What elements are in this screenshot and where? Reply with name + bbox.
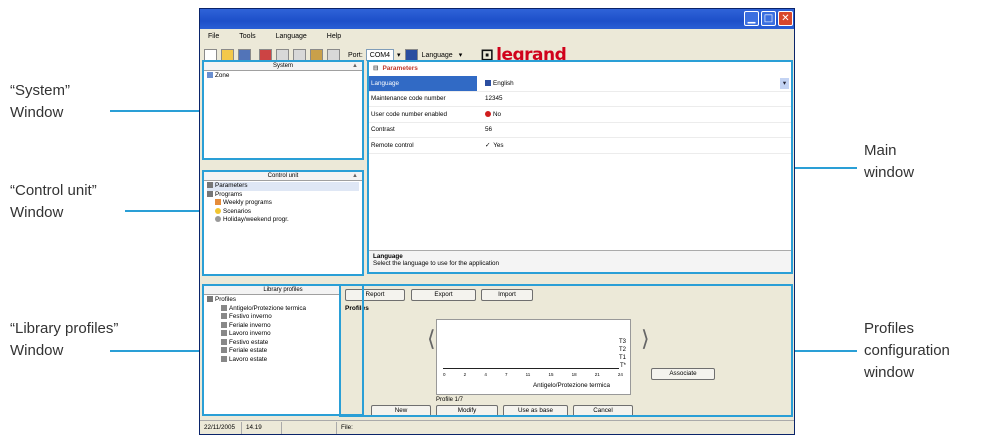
language-button[interactable]: Language bbox=[422, 52, 453, 59]
annotation-library-profiles: “Library profiles” Window bbox=[10, 320, 119, 359]
status-bar: 22/11/2005 14.19 File: bbox=[200, 420, 794, 434]
annotation-system: “System” Window bbox=[10, 82, 70, 121]
highlight-main bbox=[367, 60, 793, 274]
close-button[interactable]: ✕ bbox=[778, 11, 793, 26]
menu-tools[interactable]: Tools bbox=[239, 33, 255, 40]
app-window: ▁ □ ✕ File Tools Language Help Port: COM… bbox=[199, 8, 795, 435]
status-date: 22/11/2005 bbox=[200, 421, 242, 434]
maximize-button[interactable]: □ bbox=[761, 11, 776, 26]
port-label: Port: bbox=[348, 51, 363, 59]
highlight-profiles-config bbox=[339, 284, 793, 417]
status-time: 14.19 bbox=[242, 421, 282, 434]
menu-help[interactable]: Help bbox=[327, 33, 341, 40]
menu-file[interactable]: File bbox=[208, 33, 219, 40]
status-empty bbox=[282, 421, 337, 434]
highlight-system bbox=[202, 60, 364, 160]
chevron-down-icon[interactable]: ▾ bbox=[397, 51, 401, 59]
annotation-control-unit: “Control unit” Window bbox=[10, 182, 97, 221]
leader-line-main bbox=[795, 167, 857, 169]
menu-language[interactable]: Language bbox=[276, 33, 307, 40]
highlight-control-unit bbox=[202, 170, 364, 276]
chevron-down-icon[interactable]: ▾ bbox=[459, 51, 463, 59]
leader-line-system bbox=[110, 110, 200, 112]
minimize-button[interactable]: ▁ bbox=[744, 11, 759, 26]
menu-bar: File Tools Language Help bbox=[200, 29, 794, 44]
title-bar: ▁ □ ✕ bbox=[200, 9, 794, 29]
leader-line-control-unit bbox=[125, 210, 200, 212]
status-file: File: bbox=[341, 423, 353, 431]
leader-line-library-profiles bbox=[110, 350, 200, 352]
annotation-main: Main window bbox=[864, 142, 915, 181]
leader-line-profiles-config bbox=[795, 350, 857, 352]
annotation-profiles-config: Profiles configuration window bbox=[864, 320, 950, 381]
